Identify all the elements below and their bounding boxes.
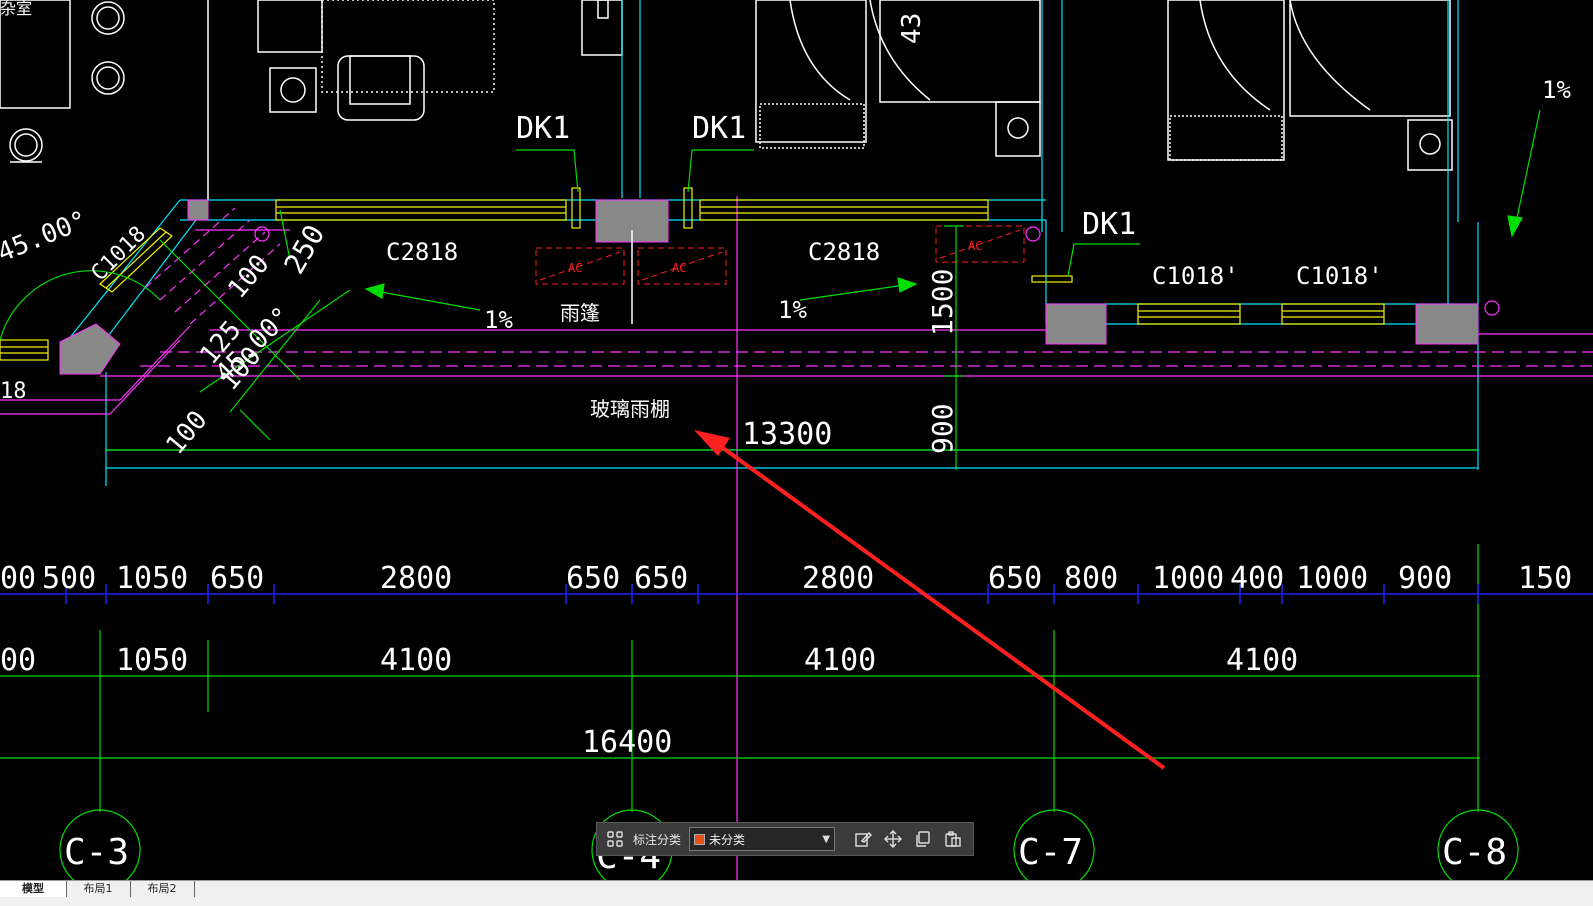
dim-row2-2: 4100 (380, 643, 452, 678)
dim-row1-5: 650 (566, 561, 620, 596)
dim-43: 43 (897, 13, 927, 44)
dimension-category-toolbar: 标注分类 未分类 ▼ (596, 822, 974, 856)
window-label-c2818-b: C2818 (808, 238, 880, 266)
copy-icon[interactable] (911, 827, 935, 851)
dim-100-a: 100 (222, 249, 275, 304)
dim-row1-8: 650 (988, 561, 1042, 596)
move-icon[interactable] (881, 827, 905, 851)
dim-row1-10: 1000 (1152, 561, 1224, 596)
door-label-dk1-b: DK1 (692, 111, 746, 146)
dim-total: 16400 (582, 725, 672, 760)
tab-layout1[interactable]: 布局1 (66, 881, 131, 897)
canopy-label: 雨篷 (560, 301, 600, 325)
axis-label-c3: C-3 (64, 832, 129, 873)
drawing-labels: DK1 DK1 DK1 C2818 C2818 C1018' C1018' C1… (0, 13, 1571, 461)
dim-row1-3: 650 (210, 561, 264, 596)
chevron-down-icon: ▼ (822, 833, 831, 845)
dim-row2-3: 4100 (804, 643, 876, 678)
edit-icon[interactable] (851, 827, 875, 851)
dim-row1-6: 650 (634, 561, 688, 596)
tab-layout2[interactable]: 布局2 (130, 881, 195, 897)
dim-row1-4: 2800 (380, 561, 452, 596)
dim-13300: 13300 (742, 417, 832, 452)
window-label-c2818-a: C2818 (386, 238, 458, 266)
dim-row1-2: 1050 (116, 561, 188, 596)
category-select-value: 未分类 (709, 832, 746, 847)
cad-drawing-canvas[interactable]: 杂室 AC AC AC DK1 DK1 DK1 C2818 C2818 C101… (0, 0, 1593, 880)
dim-row-2: 00 1050 4100 4100 4100 16400 (0, 643, 1298, 760)
dim-row1-9: 800 (1064, 561, 1118, 596)
furniture-linework (0, 0, 1453, 200)
color-swatch (694, 833, 706, 845)
dim-row2-4: 4100 (1226, 643, 1298, 678)
slope-label-1: 1% (484, 306, 513, 334)
slope-label-3: 1% (1542, 76, 1571, 104)
dim-250: 250 (277, 219, 331, 279)
dimension-lines-green (0, 109, 1541, 880)
axis-label-c7: C-7 (1018, 832, 1083, 873)
dim-row1-14: 150 (1518, 561, 1572, 596)
angle-label: 45.00° (0, 205, 92, 268)
ac-label-2: AC (672, 261, 686, 275)
slope-label-2: 1% (778, 296, 807, 324)
toolbar-label: 标注分类 (633, 832, 682, 847)
ac-label-1: AC (568, 261, 582, 275)
door-label-dk1-c: DK1 (1082, 207, 1136, 242)
ac-label-3: AC (968, 239, 982, 253)
wall-lines-cyan (59, 0, 1479, 486)
door-label-dk1-a: DK1 (516, 111, 570, 146)
dim-1500: 1500 (926, 269, 959, 336)
dim-row-1: 00 500 1050 650 2800 650 650 2800 650 80… (0, 561, 1572, 596)
layout-tab-bar: 模型 布局1 布局2 (0, 880, 1593, 906)
dim-row1-11: 400 (1230, 561, 1284, 596)
dim-row2-0: 00 (0, 643, 36, 678)
dim-row2-1: 1050 (116, 643, 188, 678)
paste-icon[interactable] (941, 827, 965, 851)
glass-canopy-label: 玻璃雨棚 (590, 397, 670, 421)
dim-100-c: 100 (160, 405, 213, 460)
dim-row1-12: 1000 (1296, 561, 1368, 596)
grid-icon[interactable] (603, 827, 627, 851)
dim-row1-13: 900 (1398, 561, 1452, 596)
category-select[interactable]: 未分类 ▼ (689, 827, 836, 851)
dim-row1-1: 500 (42, 561, 96, 596)
dim-row1-7: 2800 (802, 561, 874, 596)
window-label-c1018-a: C1018' (1152, 262, 1239, 290)
dim-900: 900 (926, 403, 959, 454)
dim-18: 18 (0, 379, 27, 404)
columns-gray (59, 199, 1479, 375)
dim-row1-0: 00 (0, 561, 36, 596)
tab-model[interactable]: 模型 (0, 881, 67, 897)
window-label-c1018-b: C1018' (1296, 262, 1383, 290)
room-label: 杂室 (0, 0, 32, 18)
axis-label-c8: C-8 (1442, 832, 1507, 873)
annotation-arrow-red (694, 430, 1166, 770)
